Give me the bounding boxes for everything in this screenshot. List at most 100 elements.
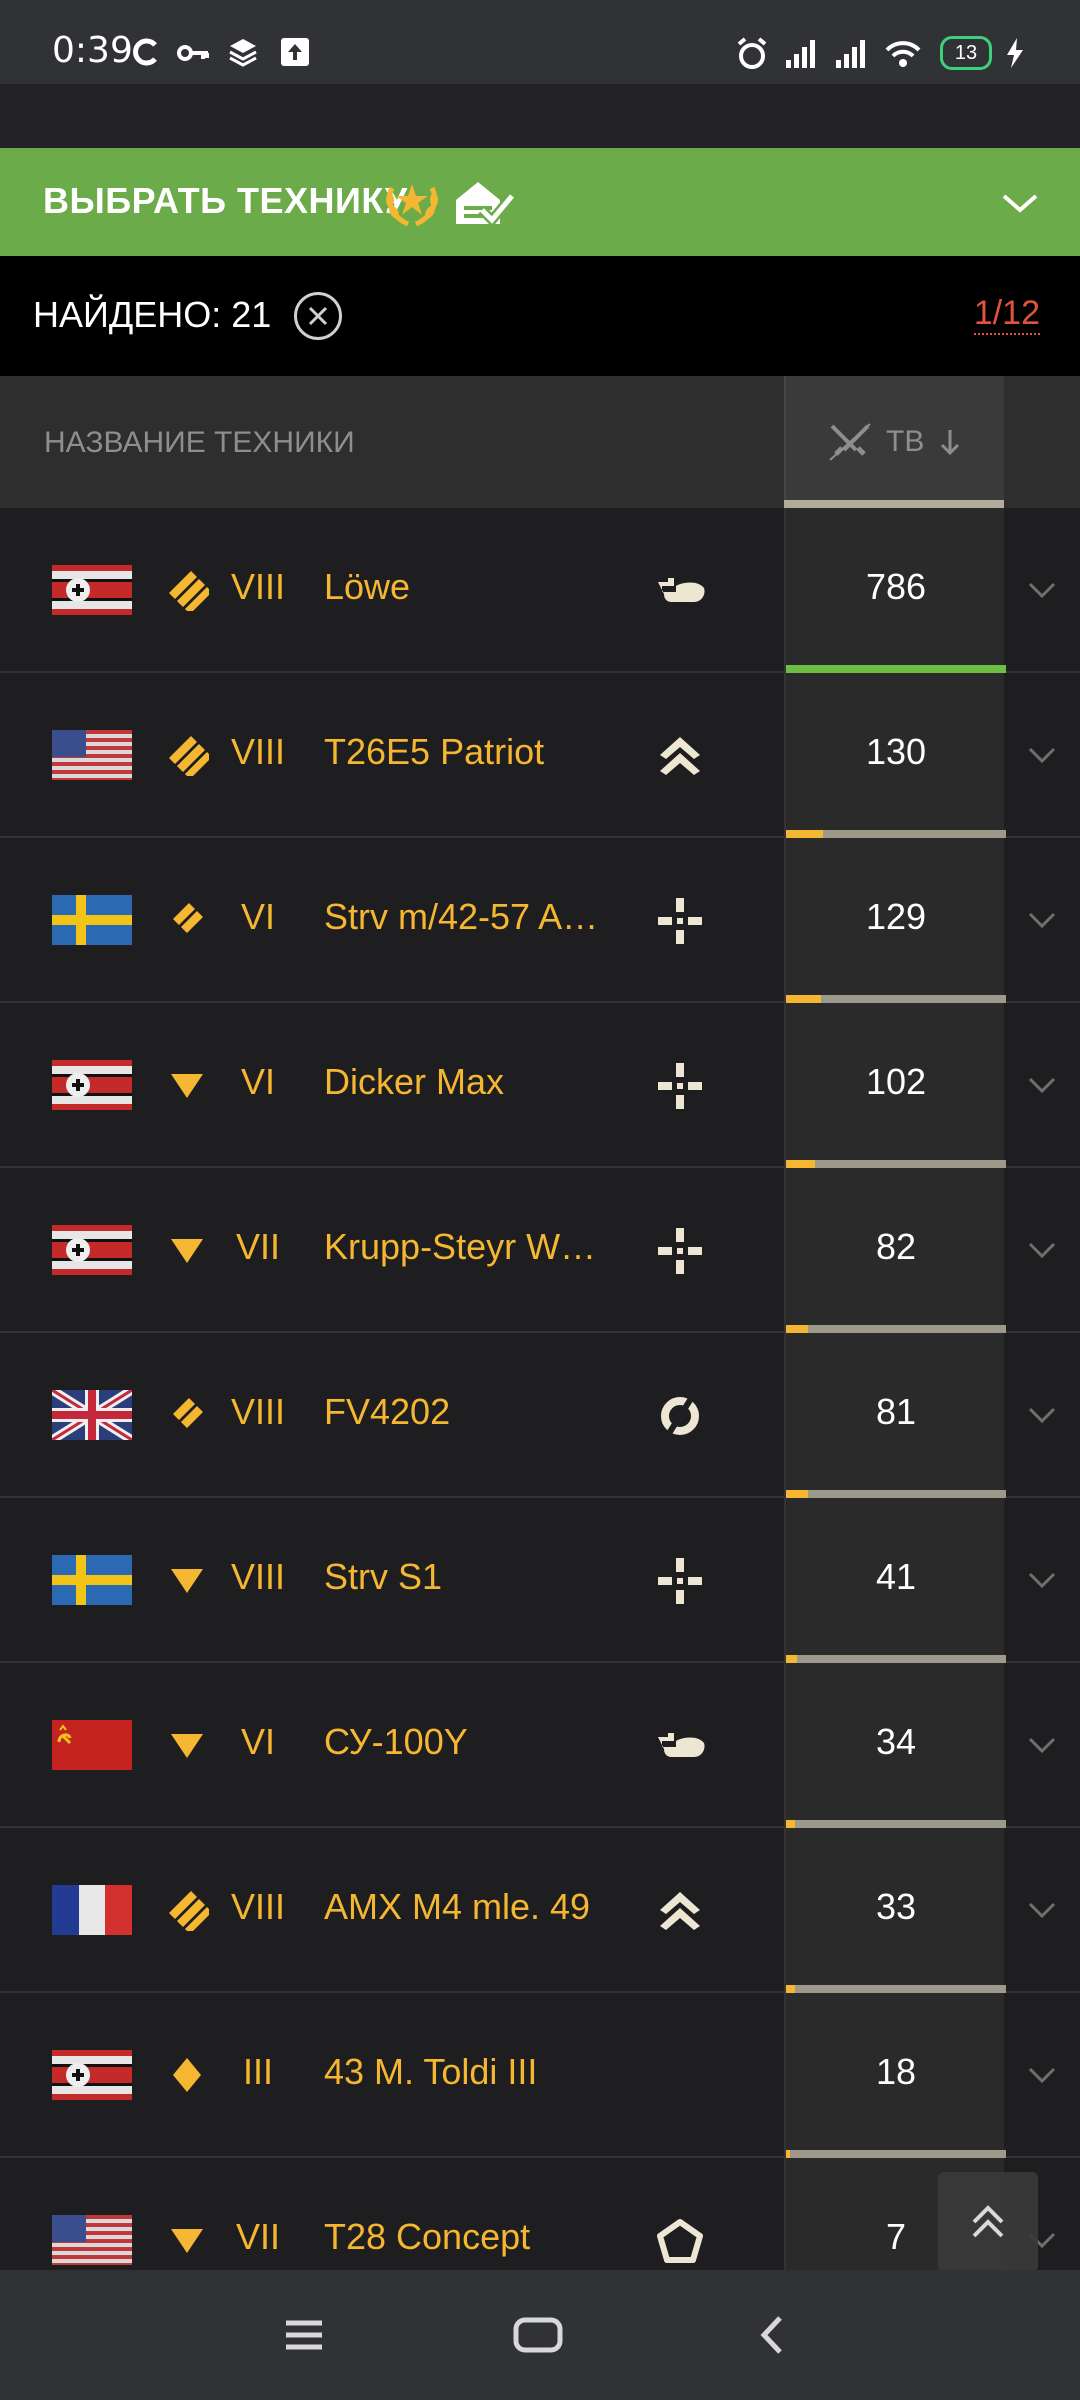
vehicle-name: FV4202: [324, 1391, 451, 1432]
vehicle-row[interactable]: VIII Strv S1 41: [0, 1498, 1080, 1663]
vehicle-row[interactable]: VII Krupp-Steyr W… 82: [0, 1168, 1080, 1333]
vehicle-row[interactable]: VIII Löwe 786: [0, 508, 1080, 673]
column-tb-header[interactable]: ТВ: [784, 376, 1004, 508]
vehicle-row[interactable]: VIII AMX M4 mle. 49 33: [0, 1828, 1080, 1993]
assault-heavy-icon: [652, 1719, 708, 1773]
key-icon: [176, 36, 210, 70]
tb-progress-bar: [786, 830, 1006, 838]
tb-value: 82: [875, 1226, 917, 1267]
tb-progress-fill: [786, 830, 824, 838]
layers-icon: [226, 36, 260, 70]
vehicle-tier: III: [242, 2051, 273, 2092]
vehicle-row[interactable]: III 43 M. Toldi III 18: [0, 1993, 1080, 2158]
tb-progress-fill: [786, 995, 822, 1003]
vehicle-class-icon: [163, 1060, 211, 1110]
back-icon[interactable]: [742, 2310, 802, 2360]
tb-progress-fill: [786, 2150, 791, 2158]
vehicle-tier: VIII: [230, 731, 286, 772]
vehicle-name: Dicker Max: [324, 1061, 505, 1102]
tb-progress-fill: [786, 1325, 808, 1333]
vehicle-row[interactable]: VIII T26E5 Patriot 130: [0, 673, 1080, 838]
tb-progress-bar: [786, 1655, 1006, 1663]
chevron-down-icon[interactable]: [1020, 1888, 1064, 1932]
vehicle-class-icon: [163, 2050, 211, 2100]
tb-cell: 41: [784, 1498, 1006, 1663]
vehicle-row[interactable]: VI Dicker Max 102: [0, 1003, 1080, 1168]
home-icon[interactable]: [508, 2310, 568, 2360]
tb-cell: 82: [784, 1168, 1006, 1333]
chevron-down-icon[interactable]: [1020, 1228, 1064, 1272]
pentagon-icon: [652, 2214, 708, 2268]
tb-cell: 33: [784, 1828, 1006, 1993]
chevron-down-icon[interactable]: [1020, 2053, 1064, 2097]
chevron-down-icon[interactable]: [1020, 1723, 1064, 1767]
scroll-to-top-button[interactable]: [938, 2172, 1038, 2272]
double-chevron-up-icon: [972, 2205, 1004, 2238]
tb-value: 102: [865, 1061, 927, 1102]
chevron-down-icon[interactable]: [1020, 1393, 1064, 1437]
vehicle-class-icon: [163, 565, 211, 615]
column-tb-label: ТВ: [886, 425, 925, 458]
chevron-down-icon[interactable]: [1020, 568, 1064, 612]
chevron-down-icon[interactable]: [1020, 898, 1064, 942]
vehicle-name: T26E5 Patriot: [324, 731, 545, 772]
nation-flag-icon: [52, 1390, 132, 1440]
clear-search-button[interactable]: [294, 292, 342, 340]
tb-progress-bar: [786, 1820, 1006, 1828]
tb-cell: 130: [784, 673, 1006, 838]
versatile-icon: [652, 1884, 708, 1938]
nation-flag-icon: [52, 1720, 132, 1770]
upload-icon: [278, 36, 312, 70]
status-time: 0:39: [52, 30, 133, 71]
vehicle-tier: VI: [240, 1721, 275, 1762]
tb-progress-bar: [786, 2150, 1006, 2158]
chevron-down-icon[interactable]: [990, 178, 1050, 228]
tb-cell: 34: [784, 1663, 1006, 1828]
tb-value: 34: [875, 1721, 917, 1762]
chevron-down-icon[interactable]: [1020, 1558, 1064, 1602]
assault-heavy-icon: [652, 564, 708, 618]
tb-value: 33: [875, 1886, 917, 1927]
nation-flag-icon: [52, 1225, 132, 1275]
vehicle-row[interactable]: VI Strv m/42-57 A… 129: [0, 838, 1080, 1003]
vehicle-name: Strv m/42-57 A…: [324, 896, 594, 937]
tb-progress-bar: [786, 995, 1006, 1003]
page-counter[interactable]: 1/12: [973, 294, 1040, 335]
vehicle-name: AMX M4 mle. 49: [324, 1886, 591, 1927]
vehicle-row[interactable]: VIII FV4202 81: [0, 1333, 1080, 1498]
header-title: ВЫБРАТЬ ТЕХНИКУ: [43, 180, 408, 221]
sort-desc-arrow-icon: [941, 430, 960, 456]
sync-icon: [130, 36, 164, 70]
charging-icon: [998, 36, 1032, 70]
battery-icon: 13: [940, 36, 992, 70]
column-name-header[interactable]: НАЗВАНИЕ ТЕХНИКИ: [44, 426, 355, 460]
search-results-bar: НАЙДЕНО: 21 1/12: [0, 256, 1080, 376]
nation-flag-icon: [52, 1885, 132, 1935]
sniper-icon: [652, 1224, 708, 1278]
signal-icon: [834, 36, 868, 70]
tb-value: 129: [865, 896, 927, 937]
menu-icon[interactable]: [274, 2310, 334, 2360]
vehicle-name: СУ-100Y: [324, 1721, 468, 1762]
vehicle-row[interactable]: VI СУ-100Y 34: [0, 1663, 1080, 1828]
vehicle-name: T28 Concept: [324, 2216, 531, 2257]
select-vehicle-header[interactable]: ВЫБРАТЬ ТЕХНИКУ: [0, 148, 1080, 256]
chevron-down-icon[interactable]: [1020, 733, 1064, 777]
system-nav-bar: [0, 2270, 1080, 2400]
tb-value: 18: [875, 2051, 917, 2092]
nation-flag-icon: [52, 895, 132, 945]
vehicle-tier: VIII: [230, 1556, 286, 1597]
top-spacer: [0, 84, 1080, 148]
chevron-down-icon[interactable]: [1020, 1063, 1064, 1107]
sniper-icon: [652, 1059, 708, 1113]
tb-value: 130: [865, 731, 927, 772]
tb-cell: 102: [784, 1003, 1006, 1168]
vehicle-class-icon: [163, 895, 211, 945]
nation-flag-icon: [52, 2050, 132, 2100]
tb-progress-fill: [786, 1820, 795, 1828]
vehicle-class-icon: [163, 1555, 211, 1605]
sniper-icon: [652, 894, 708, 948]
vehicle-tier: VIII: [230, 1391, 286, 1432]
found-count: НАЙДЕНО: 21: [33, 294, 272, 335]
alarm-icon: [734, 36, 768, 70]
